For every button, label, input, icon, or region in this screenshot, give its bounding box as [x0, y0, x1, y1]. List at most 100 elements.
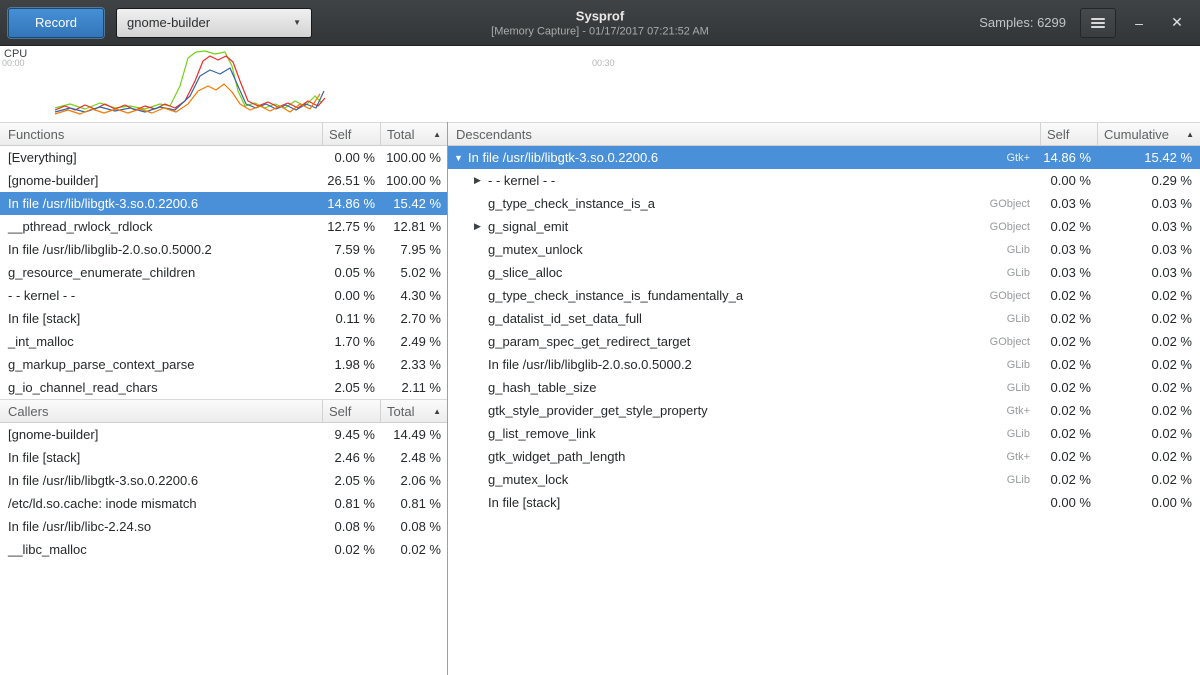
column-header-self[interactable]: Self: [1040, 123, 1097, 145]
callers-row[interactable]: In file [stack]2.46 %2.48 %: [0, 446, 447, 469]
cell-function-name: g_mutex_lock: [488, 472, 568, 487]
cell-cumulative-percent: 15.42 %: [1097, 150, 1200, 165]
cell-function-name: _int_malloc: [0, 334, 322, 349]
cell-self-percent: 2.05 %: [322, 380, 380, 395]
menu-button[interactable]: [1080, 8, 1116, 38]
descendants-row[interactable]: g_mutex_lockGLib0.02 %0.02 %: [448, 468, 1200, 491]
cell-total-percent: 0.81 %: [380, 496, 447, 511]
cell-function-name: g_type_check_instance_is_a: [488, 196, 655, 211]
descendants-row[interactable]: ▶g_signal_emitGObject0.02 %0.03 %: [448, 215, 1200, 238]
functions-row[interactable]: [gnome-builder]26.51 %100.00 %: [0, 169, 447, 192]
cell-cumulative-percent: 0.02 %: [1097, 334, 1200, 349]
cell-library: GObject: [970, 198, 1040, 210]
descendants-row[interactable]: In file /usr/lib/libglib-2.0.so.0.5000.2…: [448, 353, 1200, 376]
cell-function-name: In file [stack]: [0, 450, 322, 465]
cell-total-percent: 2.06 %: [380, 473, 447, 488]
cell-cumulative-percent: 0.29 %: [1097, 173, 1200, 188]
expander-icon[interactable]: ▼: [454, 153, 468, 163]
descendants-row[interactable]: g_hash_table_sizeGLib0.02 %0.02 %: [448, 376, 1200, 399]
functions-row[interactable]: __pthread_rwlock_rdlock12.75 %12.81 %: [0, 215, 447, 238]
cell-cumulative-percent: 0.03 %: [1097, 265, 1200, 280]
descendants-row[interactable]: g_param_spec_get_redirect_targetGObject0…: [448, 330, 1200, 353]
sort-arrow-icon: ▲: [433, 130, 441, 139]
functions-row[interactable]: In file /usr/lib/libgtk-3.so.0.2200.614.…: [0, 192, 447, 215]
expander-icon[interactable]: ▶: [474, 175, 488, 186]
cell-total-percent: 14.49 %: [380, 427, 447, 442]
close-button[interactable]: ✕: [1162, 8, 1192, 38]
functions-row[interactable]: - - kernel - -0.00 %4.30 %: [0, 284, 447, 307]
column-header-functions[interactable]: Functions: [0, 123, 322, 145]
callers-row[interactable]: In file /usr/lib/libc-2.24.so0.08 %0.08 …: [0, 515, 447, 538]
cell-self-percent: 0.00 %: [1040, 173, 1097, 188]
expander-icon[interactable]: ▶: [474, 221, 488, 232]
minimize-button[interactable]: –: [1124, 8, 1154, 38]
cell-function-name: g_list_remove_link: [488, 426, 596, 441]
record-button[interactable]: Record: [8, 8, 104, 38]
time-label-mid: 00:30: [592, 58, 615, 68]
descendants-row[interactable]: g_slice_allocGLib0.03 %0.03 %: [448, 261, 1200, 284]
cell-function-name: g_type_check_instance_is_fundamentally_a: [488, 288, 743, 303]
callers-row[interactable]: /etc/ld.so.cache: inode mismatch0.81 %0.…: [0, 492, 447, 515]
cell-library: GLib: [970, 244, 1040, 256]
cell-function-name: g_hash_table_size: [488, 380, 596, 395]
cell-function-name: g_io_channel_read_chars: [0, 380, 322, 395]
cell-function-name: - - kernel - -: [488, 173, 555, 188]
cell-self-percent: 14.86 %: [322, 196, 380, 211]
column-header-callers[interactable]: Callers: [0, 400, 322, 422]
cell-self-percent: 0.02 %: [1040, 219, 1097, 234]
column-header-cumulative[interactable]: Cumulative ▲: [1097, 123, 1200, 145]
descendants-row[interactable]: ▶- - kernel - - 0.00 %0.29 %: [448, 169, 1200, 192]
functions-table-body: [Everything]0.00 %100.00 %[gnome-builder…: [0, 146, 447, 399]
descendants-row[interactable]: g_type_check_instance_is_fundamentally_a…: [448, 284, 1200, 307]
functions-row[interactable]: g_markup_parse_context_parse1.98 %2.33 %: [0, 353, 447, 376]
column-header-descendants[interactable]: Descendants: [448, 123, 1040, 145]
functions-row[interactable]: g_io_channel_read_chars2.05 %2.11 %: [0, 376, 447, 399]
cell-library: GObject: [970, 336, 1040, 348]
descendants-row[interactable]: g_list_remove_linkGLib0.02 %0.02 %: [448, 422, 1200, 445]
process-selector-label: gnome-builder: [127, 15, 210, 30]
time-label-start: 00:00: [2, 58, 25, 68]
cell-self-percent: 14.86 %: [1040, 150, 1097, 165]
column-header-self[interactable]: Self: [322, 400, 380, 422]
column-header-self[interactable]: Self: [322, 123, 380, 145]
process-selector[interactable]: gnome-builder ▼: [116, 8, 312, 38]
functions-row[interactable]: In file /usr/lib/libglib-2.0.so.0.5000.2…: [0, 238, 447, 261]
callers-row[interactable]: [gnome-builder]9.45 %14.49 %: [0, 423, 447, 446]
cell-self-percent: 2.05 %: [322, 473, 380, 488]
cell-self-percent: 0.02 %: [1040, 426, 1097, 441]
functions-row[interactable]: [Everything]0.00 %100.00 %: [0, 146, 447, 169]
cell-total-percent: 7.95 %: [380, 242, 447, 257]
cell-library: GLib: [970, 313, 1040, 325]
cell-cumulative-percent: 0.02 %: [1097, 449, 1200, 464]
descendants-row[interactable]: g_mutex_unlockGLib0.03 %0.03 %: [448, 238, 1200, 261]
descendants-row[interactable]: g_datalist_id_set_data_fullGLib0.02 %0.0…: [448, 307, 1200, 330]
functions-row[interactable]: g_resource_enumerate_children0.05 %5.02 …: [0, 261, 447, 284]
column-header-cumulative-label: Cumulative: [1104, 127, 1169, 142]
cell-cumulative-percent: 0.03 %: [1097, 196, 1200, 211]
cell-self-percent: 0.11 %: [322, 311, 380, 326]
column-header-total[interactable]: Total ▲: [380, 123, 447, 145]
descendants-row[interactable]: ▼In file /usr/lib/libgtk-3.so.0.2200.6Gt…: [448, 146, 1200, 169]
descendants-row[interactable]: In file [stack]0.00 %0.00 %: [448, 491, 1200, 514]
descendants-row[interactable]: gtk_widget_path_lengthGtk+0.02 %0.02 %: [448, 445, 1200, 468]
cell-function-name: [Everything]: [0, 150, 322, 165]
cell-self-percent: 0.02 %: [1040, 449, 1097, 464]
callers-row[interactable]: __libc_malloc0.02 %0.02 %: [0, 538, 447, 561]
cell-function-name: In file /usr/lib/libgtk-3.so.0.2200.6: [0, 196, 322, 211]
cell-cumulative-percent: 0.02 %: [1097, 426, 1200, 441]
column-header-total[interactable]: Total ▲: [380, 400, 447, 422]
descendants-row[interactable]: gtk_style_provider_get_style_propertyGtk…: [448, 399, 1200, 422]
cell-self-percent: 0.81 %: [322, 496, 380, 511]
descendants-row[interactable]: g_type_check_instance_is_aGObject0.03 %0…: [448, 192, 1200, 215]
cell-self-percent: 0.02 %: [1040, 403, 1097, 418]
cell-self-percent: 0.02 %: [1040, 472, 1097, 487]
cpu-graph[interactable]: CPU 00:00 00:30: [0, 46, 1200, 122]
cell-function-name: - - kernel - -: [0, 288, 322, 303]
functions-row[interactable]: In file [stack]0.11 %2.70 %: [0, 307, 447, 330]
cell-total-percent: 0.02 %: [380, 542, 447, 557]
cell-total-percent: 4.30 %: [380, 288, 447, 303]
cell-self-percent: 0.08 %: [322, 519, 380, 534]
cell-library: Gtk+: [970, 405, 1040, 417]
functions-row[interactable]: _int_malloc1.70 %2.49 %: [0, 330, 447, 353]
callers-row[interactable]: In file /usr/lib/libgtk-3.so.0.2200.62.0…: [0, 469, 447, 492]
